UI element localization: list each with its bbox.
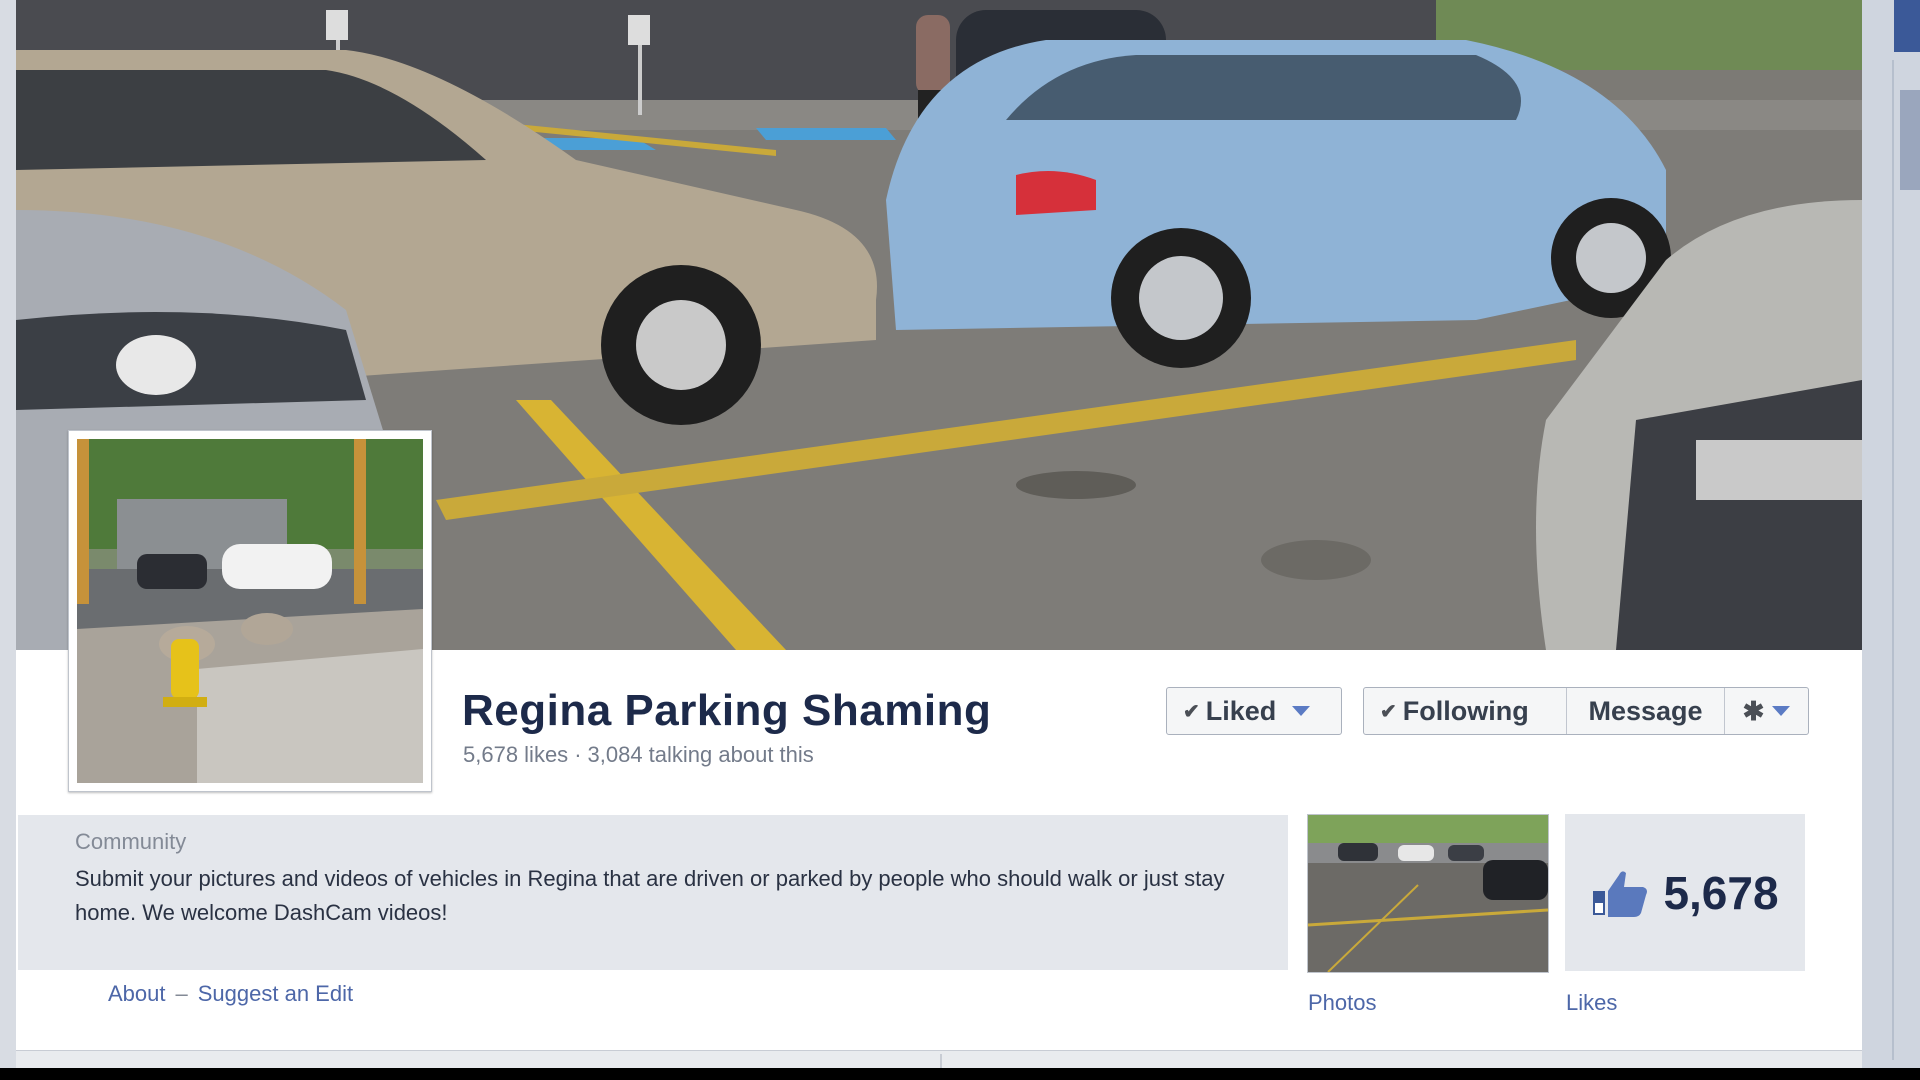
check-icon: ✔ xyxy=(1183,700,1200,723)
liked-label: Liked xyxy=(1205,695,1277,726)
message-label: Message xyxy=(1588,695,1703,726)
about-links: About – Suggest an Edit xyxy=(108,981,353,1007)
page-description: Submit your pictures and videos of vehic… xyxy=(75,866,1225,925)
settings-menu-button[interactable]: ✱ xyxy=(1725,688,1808,734)
likes-count-text[interactable]: 5,678 likes xyxy=(463,742,568,767)
caret-down-icon xyxy=(1772,706,1791,716)
likes-box[interactable]: 5,678 xyxy=(1565,814,1805,971)
following-button[interactable]: ✔ Following xyxy=(1364,688,1567,734)
page-stats: 5,678 likes · 3,084 talking about this xyxy=(463,742,814,768)
facebook-page-screen: Regina Parking Shaming 5,678 likes · 3,084… xyxy=(0,0,1920,1068)
suggest-edit-link[interactable]: Suggest an Edit xyxy=(198,981,353,1006)
stats-separator: · xyxy=(574,742,582,767)
about-link[interactable]: About xyxy=(108,981,166,1006)
photos-thumbnail[interactable] xyxy=(1307,814,1549,973)
following-label: Following xyxy=(1402,695,1529,726)
likes-link[interactable]: Likes xyxy=(1566,990,1617,1016)
sidebar-divider xyxy=(1892,60,1894,1060)
divider xyxy=(940,1054,942,1068)
check-icon: ✔ xyxy=(1380,700,1397,723)
right-sidebar-edge xyxy=(1862,0,1920,1068)
page-actions-group: ✔ Following Message ✱ xyxy=(1363,687,1809,735)
sidebar-tab[interactable] xyxy=(1894,0,1920,52)
profile-picture[interactable] xyxy=(68,430,432,792)
liked-button[interactable]: ✔ Liked xyxy=(1166,687,1342,735)
message-button[interactable]: Message xyxy=(1567,688,1725,734)
gear-icon: ✱ xyxy=(1742,695,1765,726)
page-category: Community xyxy=(75,829,187,854)
caret-down-icon xyxy=(1292,706,1311,716)
page-title[interactable]: Regina Parking Shaming xyxy=(462,686,991,736)
photos-link[interactable]: Photos xyxy=(1308,990,1377,1016)
thumbs-up-icon xyxy=(1593,870,1648,917)
link-separator: – xyxy=(175,981,188,1006)
likes-count: 5,678 xyxy=(1663,866,1779,919)
left-edge xyxy=(0,0,16,1068)
talking-about-text[interactable]: 3,084 talking about this xyxy=(588,742,814,767)
scrollbar-thumb[interactable] xyxy=(1900,90,1920,190)
